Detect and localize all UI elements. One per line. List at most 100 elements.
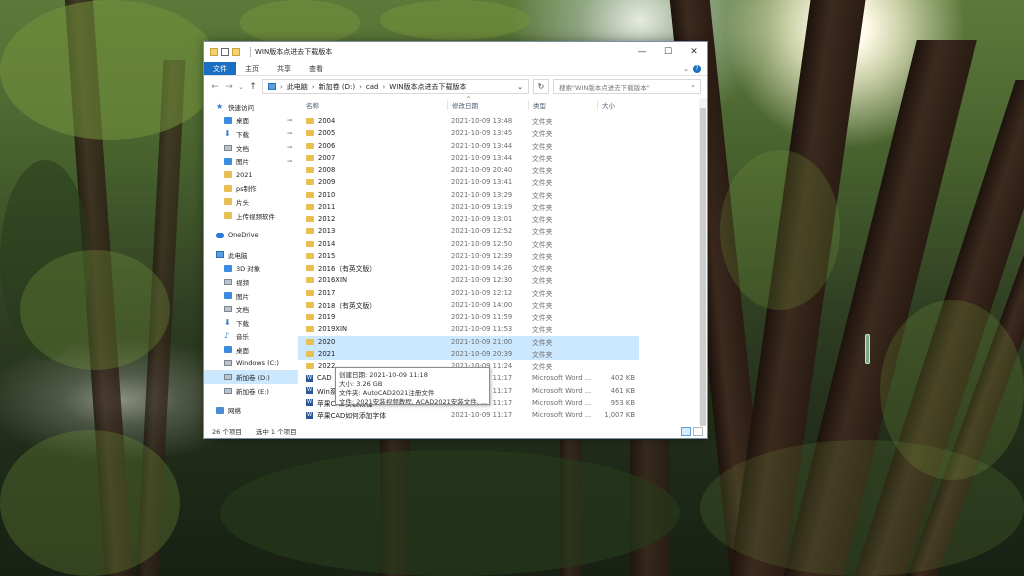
sidebar-item-drive-d[interactable]: 新加卷 (D:) [204, 370, 298, 384]
maximize-button[interactable]: ☐ [655, 42, 681, 62]
back-button[interactable]: ← [210, 82, 220, 92]
sidebar-item-3d-objects[interactable]: 3D 对象 [204, 262, 298, 276]
folder-icon [306, 240, 314, 247]
file-name-cell: 2004 [298, 117, 447, 125]
table-row[interactable]: 2012 2021-10-09 13:01 文件夹 [298, 213, 639, 225]
forward-button[interactable]: → [224, 82, 234, 92]
table-row[interactable]: 2018（有英文版） 2021-10-09 14:00 文件夹 [298, 299, 639, 311]
scrollbar-thumb[interactable] [700, 108, 706, 426]
table-row[interactable]: 2014 2021-10-09 12:50 文件夹 [298, 238, 639, 250]
item-count: 26 个项目 [212, 428, 242, 436]
sidebar-item-videos[interactable]: 视频 [204, 275, 298, 289]
file-name-cell: 2021 [298, 350, 447, 358]
sidebar-item-documents[interactable]: 文档 ⊸ [204, 141, 298, 155]
table-row[interactable]: 2005 2021-10-09 13:45 文件夹 [298, 127, 639, 139]
file-date: 2021-10-09 20:40 [451, 166, 513, 175]
sidebar-item-upload-software[interactable]: 上传视频软件 [204, 209, 298, 223]
sidebar-item-pictures[interactable]: 图片 ⊸ [204, 154, 298, 168]
column-date[interactable]: 修改日期 [447, 100, 528, 110]
sidebar-item-label: 片头 [236, 198, 249, 207]
help-icon[interactable]: ? [693, 64, 701, 73]
file-type: 文件夹 [532, 203, 553, 212]
sidebar-item-label: 下载 [236, 319, 249, 328]
folder-icon [306, 252, 314, 259]
folder-icon [306, 350, 314, 357]
column-type[interactable]: 类型 [528, 100, 597, 110]
properties-icon[interactable] [221, 48, 229, 56]
file-name: 2018（有英文版） [318, 301, 377, 310]
table-row[interactable]: 2009 2021-10-09 13:41 文件夹 [298, 176, 639, 188]
table-row[interactable]: 2007 2021-10-09 13:44 文件夹 [298, 152, 639, 164]
sidebar-item-drive-c[interactable]: Windows (C:) [204, 357, 298, 371]
tab-share[interactable]: 共享 [268, 62, 300, 75]
folder-icon [306, 179, 314, 186]
table-row[interactable]: 2015 2021-10-09 12:39 文件夹 [298, 250, 639, 262]
breadcrumb-current-folder[interactable]: WIN版本点进去下载版本 [389, 82, 466, 92]
sidebar-item-desktop[interactable]: 桌面 ⊸ [204, 114, 298, 128]
breadcrumb-drive-d[interactable]: 新加卷 (D:) [319, 82, 355, 92]
breadcrumb-this-pc[interactable]: 此电脑 [287, 82, 308, 92]
sidebar-item-network[interactable]: 网络 [204, 403, 298, 417]
sidebar-item-desktop-2[interactable]: 桌面 [204, 343, 298, 357]
recent-locations-button[interactable]: ⌄ [238, 83, 244, 91]
sidebar-item-downloads[interactable]: ⬇ 下载 ⊸ [204, 127, 298, 141]
minimize-button[interactable]: — [629, 42, 655, 62]
table-row[interactable]: 2011 2021-10-09 13:19 文件夹 [298, 201, 639, 213]
table-row[interactable]: 2016（有英文版） 2021-10-09 14:26 文件夹 [298, 262, 639, 274]
tab-file[interactable]: 文件 [204, 62, 236, 75]
table-row[interactable]: 2008 2021-10-09 20:40 文件夹 [298, 164, 639, 176]
column-size[interactable]: 大小 [597, 100, 637, 110]
column-name[interactable]: 名称 [298, 100, 447, 110]
table-row[interactable]: 2013 2021-10-09 12:52 文件夹 [298, 225, 639, 237]
breadcrumb-cad[interactable]: cad [366, 83, 379, 91]
pin-icon: ⊸ [286, 157, 292, 165]
table-row[interactable]: 2020 2021-10-09 21:00 文件夹 [298, 335, 639, 348]
sidebar-item-drive-e[interactable]: 新加卷 (E:) [204, 384, 298, 398]
sidebar-item-intro[interactable]: 片头 [204, 195, 298, 209]
sidebar-item-label: 图片 [236, 158, 249, 167]
table-row[interactable]: 2004 2021-10-09 13:48 文件夹 [298, 115, 639, 127]
folder-icon [306, 191, 314, 198]
ribbon-expand-icon[interactable]: ⌄ [683, 65, 689, 73]
table-row[interactable]: W 苹果CAD如何添加字体 2021-10-09 11:17 Microsoft Wo… [298, 409, 639, 421]
file-type: 文件夹 [532, 167, 553, 176]
address-dropdown-icon[interactable]: ⌄ [517, 83, 523, 91]
tab-home[interactable]: 主页 [236, 62, 268, 75]
sidebar-item-onedrive[interactable]: OneDrive [204, 228, 298, 242]
sidebar-item-ps[interactable]: ps制作 [204, 182, 298, 196]
sidebar-item-pictures-2[interactable]: 图片 [204, 289, 298, 303]
sidebar-item-this-pc[interactable]: 此电脑 [204, 248, 298, 262]
close-button[interactable]: ✕ [681, 42, 707, 62]
file-date: 2021-10-09 13:19 [451, 202, 513, 211]
table-row[interactable]: 2006 2021-10-09 13:44 文件夹 [298, 140, 639, 152]
large-icons-view-button[interactable] [693, 427, 703, 436]
sidebar-item-downloads-2[interactable]: ⬇ 下载 [204, 316, 298, 330]
address-bar[interactable]: › 此电脑 › 新加卷 (D:) › cad › WIN版本点进去下载版本 ⌄ [262, 79, 529, 94]
sidebar-item-music[interactable]: ♪ 音乐 [204, 330, 298, 344]
table-row[interactable]: 2010 2021-10-09 13:29 文件夹 [298, 189, 639, 201]
sidebar-item-documents-2[interactable]: 文档 [204, 302, 298, 316]
table-row[interactable]: 2021 2021-10-09 20:39 文件夹 [298, 347, 639, 360]
table-row[interactable]: 2019 2021-10-09 11:59 文件夹 [298, 311, 639, 323]
folder-icon [306, 314, 314, 321]
sidebar-item-2021[interactable]: 2021 [204, 168, 298, 182]
file-name-cell: 2019XIN [298, 325, 447, 333]
table-row[interactable]: 2019XIN 2021-10-09 11:53 文件夹 [298, 323, 639, 335]
table-row[interactable]: 2016XIN 2021-10-09 12:30 文件夹 [298, 274, 639, 286]
vertical-scrollbar[interactable] [699, 98, 707, 426]
up-button[interactable]: ↑ [248, 82, 258, 92]
file-date: 2021-10-09 13:41 [451, 178, 513, 187]
sidebar-item-label: 桌面 [236, 346, 249, 355]
file-type: 文件夹 [532, 289, 553, 298]
desktop-icon [224, 116, 232, 124]
refresh-button[interactable]: ↻ [533, 79, 549, 94]
new-folder-icon[interactable] [232, 48, 240, 56]
details-view-button[interactable] [681, 427, 691, 436]
sidebar-item-label: 网络 [228, 407, 241, 416]
file-type: 文件夹 [532, 240, 553, 249]
file-type: 文件夹 [532, 216, 553, 225]
tab-view[interactable]: 查看 [300, 62, 332, 75]
table-row[interactable]: 2017 2021-10-09 12:12 文件夹 [298, 287, 639, 299]
sidebar-item-quick-access[interactable]: ★ 快速访问 [204, 100, 298, 114]
search-box[interactable]: 搜索"WIN版本点进去下载版本" ⌕ [553, 79, 701, 94]
